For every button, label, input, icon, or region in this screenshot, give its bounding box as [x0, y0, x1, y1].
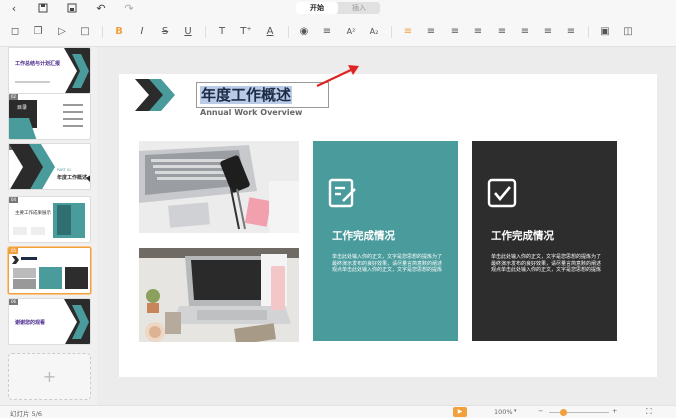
thumbnail-part: PART 01: [57, 168, 72, 172]
slide-thumbnail-5[interactable]: 05: [8, 247, 91, 294]
slide-canvas: 年度工作概述 Annual Work Overview 工作完成情况 单击此处输…: [97, 47, 676, 405]
font-size-icon[interactable]: T⁺: [240, 26, 252, 38]
fit-screen-icon[interactable]: ⛶: [646, 407, 652, 417]
status-bar: 幻灯片 5/6 ▶ 100% ▾ − + ⛶: [0, 405, 676, 418]
thumbnail-title: 主要工作成果展示: [15, 211, 51, 216]
indent-decrease-icon[interactable]: ≡: [519, 26, 531, 38]
thumbnail-title: 年度工作概述: [57, 175, 88, 181]
tab-start[interactable]: 开始: [296, 2, 338, 14]
edit-document-icon: [328, 178, 356, 208]
ribbon-tabs: 开始 插入: [296, 2, 380, 14]
slide-subtitle: Annual Work Overview: [200, 108, 303, 117]
text-style-icon[interactable]: T: [216, 26, 228, 38]
image-icon[interactable]: ▣: [599, 26, 611, 38]
line-spacing-icon[interactable]: ≡: [321, 26, 333, 38]
align-left-icon[interactable]: ≡: [402, 26, 414, 38]
slide-thumbnail-1[interactable]: 工作总结与计划汇报: [8, 47, 91, 94]
thumbnail-title: 工作总结与计划汇报: [15, 61, 61, 67]
zoom-slider-handle[interactable]: [560, 409, 567, 416]
indent-increase-icon[interactable]: ≡: [542, 26, 554, 38]
slide-thumbnail-3[interactable]: 03 PART 01 年度工作概述: [8, 143, 91, 190]
save-icon[interactable]: [37, 2, 49, 14]
slide-counter: 幻灯片 5/6: [10, 410, 43, 418]
back-chevron-icon[interactable]: ‹: [8, 2, 20, 15]
numbered-list-icon[interactable]: ≡: [496, 26, 508, 38]
comment-icon[interactable]: □: [79, 26, 91, 38]
play-icon[interactable]: ▷: [56, 26, 68, 38]
laptop-photo: [139, 141, 299, 233]
align-right-icon[interactable]: ≡: [449, 26, 461, 38]
redo-icon[interactable]: ↷: [123, 2, 135, 15]
subscript-icon[interactable]: A₂: [368, 26, 380, 38]
divider: [588, 26, 589, 38]
add-slide-button[interactable]: +: [8, 353, 91, 400]
card-body: 单击此处输入你的正文，文字是您思想的提炼为了最终演示发布的良好效果，请尽量言简意…: [491, 254, 602, 273]
card-title: 工作完成情况: [491, 230, 554, 242]
copy-icon[interactable]: ❐: [32, 26, 44, 38]
zoom-dropdown-chevron-icon[interactable]: ▾: [514, 408, 517, 414]
divider: [102, 26, 103, 38]
annotation-arrow-icon: [316, 65, 359, 87]
card-title: 工作完成情况: [332, 230, 395, 242]
paragraph-icon[interactable]: ≡: [565, 26, 577, 38]
underline-icon[interactable]: U: [182, 26, 194, 38]
font-color-icon[interactable]: A: [264, 26, 276, 38]
fill-bucket-icon[interactable]: ◉: [298, 26, 310, 38]
strikethrough-icon[interactable]: S: [159, 26, 171, 38]
desk-photo: [139, 248, 299, 342]
zoom-level[interactable]: 100%: [494, 408, 513, 416]
save-as-icon[interactable]: [66, 2, 78, 14]
play-slideshow-icon[interactable]: ▶: [453, 407, 467, 417]
zoom-in-button[interactable]: +: [612, 407, 617, 415]
slide-thumbnail-6[interactable]: 06 谢谢您的观看: [8, 298, 91, 345]
card-body: 单击此处输入你的正文，文字是您思想的提炼为了最终演示发布的良好效果，请尽量言简意…: [332, 254, 443, 273]
tab-insert[interactable]: 插入: [338, 2, 380, 14]
new-slide-icon[interactable]: ◻: [9, 26, 21, 38]
current-slide: 年度工作概述 Annual Work Overview 工作完成情况 单击此处输…: [119, 65, 657, 377]
align-center-icon[interactable]: ≡: [425, 26, 437, 38]
checkbox-checked-icon: [487, 178, 517, 208]
zoom-out-button[interactable]: −: [538, 407, 543, 415]
thumbnail-title: 谢谢您的观看: [15, 320, 46, 326]
top-bar: ‹ ↶ ↷ 开始 插入: [0, 0, 676, 17]
info-card-teal: 工作完成情况 单击此处输入你的正文，文字是您思想的提炼为了最终演示发布的良好效果…: [313, 141, 458, 341]
superscript-icon[interactable]: A²: [345, 26, 357, 38]
bold-icon[interactable]: B: [113, 26, 125, 38]
zoom-slider-track[interactable]: [549, 412, 609, 413]
title-textbox[interactable]: 年度工作概述: [196, 82, 329, 108]
bullet-list-icon[interactable]: ≡: [472, 26, 484, 38]
undo-icon[interactable]: ↶: [95, 2, 107, 15]
slide-thumbnail-4[interactable]: 04 主要工作成果展示: [8, 196, 91, 243]
slide-panel: 工作总结与计划汇报 02 目录 03 PART 01 年度工作概述 04: [0, 47, 97, 405]
slide-thumbnail-2[interactable]: 02 目录: [8, 93, 91, 140]
italic-icon[interactable]: I: [136, 26, 148, 38]
format-toolbar: ◻ ❐ ▷ □ B I S U T T⁺ A ◉ ≡ A² A₂ ≡ ≡ ≡ ≡…: [0, 17, 676, 47]
thumbnail-title: 目录: [17, 105, 28, 111]
divider: [391, 26, 392, 38]
slide-title[interactable]: 年度工作概述: [200, 86, 293, 104]
info-card-dark: 工作完成情况 单击此处输入你的正文，文字是您思想的提炼为了最终演示发布的良好效果…: [472, 141, 617, 341]
picture-icon[interactable]: ◫: [622, 26, 634, 38]
chevron-logo-icon: [135, 79, 175, 111]
divider: [288, 26, 289, 38]
divider: [205, 26, 206, 38]
